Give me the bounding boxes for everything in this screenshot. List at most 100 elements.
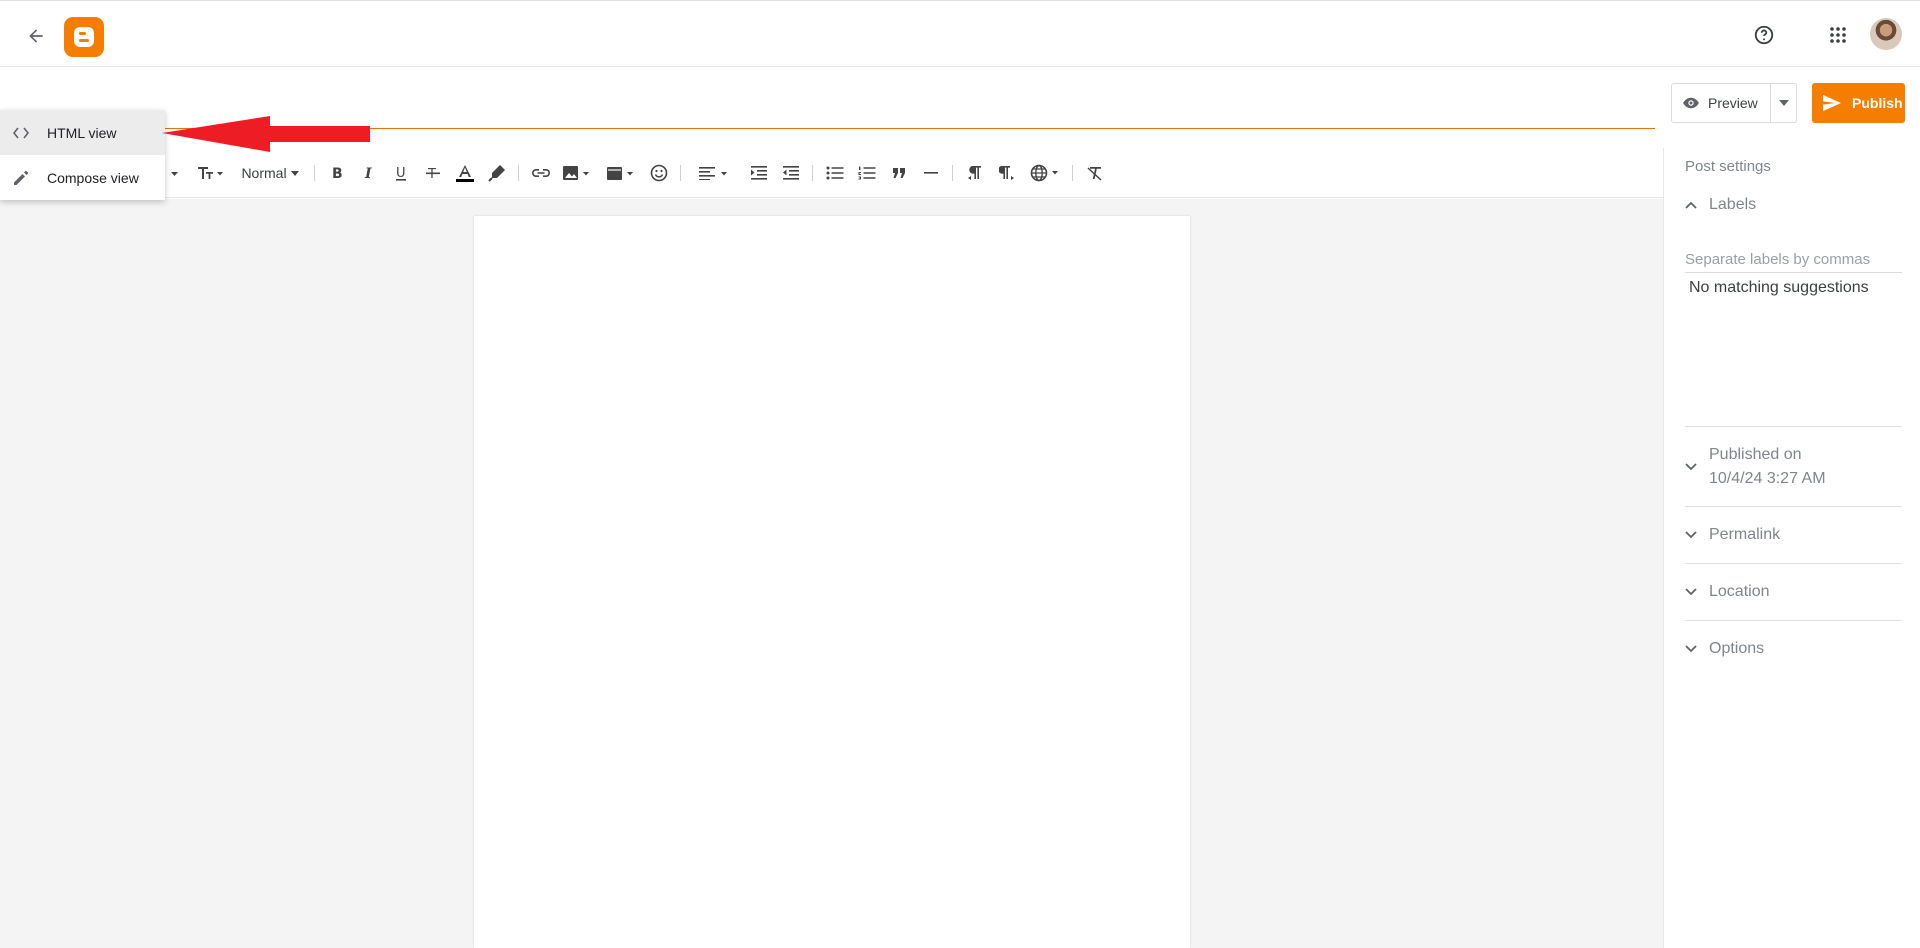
compose-view-menu-item[interactable]: Compose view <box>0 155 165 200</box>
highlighter-icon <box>488 165 505 182</box>
editor-area <box>0 199 1663 948</box>
clear-formatting-button[interactable] <box>1084 148 1106 198</box>
location-label: Location <box>1709 583 1770 600</box>
clear-formatting-icon <box>1087 167 1102 181</box>
align-left-icon <box>699 167 727 180</box>
svg-text:I: I <box>364 166 372 181</box>
options-label: Options <box>1709 640 1765 657</box>
preview-label: Preview <box>1708 95 1758 111</box>
help-button[interactable] <box>1748 19 1780 51</box>
toolbar-divider <box>812 165 813 181</box>
toolbar-divider <box>680 165 681 181</box>
preview-button[interactable]: Preview <box>1672 84 1770 122</box>
published-on-section[interactable]: Published on 10/4/24 3:27 AM <box>1685 426 1902 506</box>
code-icon <box>13 127 29 138</box>
annotation-arrow-icon <box>162 116 370 152</box>
view-mode-menu: HTML view Compose view <box>0 110 165 200</box>
post-body-editor[interactable] <box>474 216 1190 948</box>
horizontal-rule-icon <box>924 172 938 174</box>
ltr-direction-button[interactable] <box>964 148 986 198</box>
published-date: 10/4/24 3:27 AM <box>1709 469 1826 487</box>
indent-icon <box>751 166 767 180</box>
indent-button[interactable] <box>748 148 770 198</box>
chevron-up-icon <box>1685 201 1697 209</box>
bulleted-list-button[interactable] <box>824 148 846 198</box>
chevron-down-icon <box>1685 588 1697 596</box>
preview-dropdown-button[interactable] <box>1770 84 1796 122</box>
chevron-down-icon <box>1685 645 1697 653</box>
labels-input[interactable] <box>1685 247 1902 273</box>
insert-image-button[interactable] <box>562 148 592 198</box>
send-icon <box>1823 94 1841 112</box>
toolbar-divider <box>518 165 519 181</box>
location-section[interactable]: Location <box>1685 563 1902 620</box>
back-button[interactable] <box>20 20 52 52</box>
outdent-button[interactable] <box>780 148 802 198</box>
publish-label: Publish <box>1852 95 1903 111</box>
compose-view-label: Compose view <box>47 169 139 186</box>
quote-icon <box>893 168 905 178</box>
post-settings-panel: Post settings Labels No matching suggest… <box>1663 148 1920 948</box>
numbered-list-icon <box>858 166 876 180</box>
eye-icon <box>1683 97 1699 109</box>
toolbar-divider <box>314 165 315 181</box>
apps-grid-icon <box>1830 27 1846 43</box>
numbered-list-button[interactable] <box>856 148 878 198</box>
labels-section-toggle[interactable]: Labels <box>1685 196 1756 214</box>
text-direction-rtl-icon <box>999 166 1014 180</box>
publish-button[interactable]: Publish <box>1812 83 1905 123</box>
image-icon <box>563 166 589 180</box>
text-direction-ltr-icon <box>968 166 981 180</box>
labels-suggestions: No matching suggestions <box>1689 279 1869 296</box>
html-view-menu-item[interactable]: HTML view <box>0 110 165 155</box>
blogger-logo-icon[interactable] <box>64 17 104 57</box>
caret-down-icon <box>290 170 299 176</box>
underline-button[interactable]: U <box>390 148 412 198</box>
bold-icon: B <box>332 166 343 181</box>
strikethrough-icon: T <box>426 167 440 181</box>
text-color-button[interactable] <box>454 148 476 198</box>
help-circle-icon <box>1754 25 1774 45</box>
toolbar-divider <box>952 165 953 181</box>
outdent-icon <box>783 166 799 180</box>
labels-heading: Labels <box>1709 196 1757 213</box>
insert-emoji-button[interactable] <box>648 148 670 198</box>
text-size-icon <box>198 167 223 179</box>
globe-icon <box>1030 164 1058 182</box>
highlight-color-button[interactable] <box>486 148 508 198</box>
caret-down-icon <box>1778 100 1789 106</box>
options-section[interactable]: Options <box>1685 620 1902 677</box>
emoji-icon <box>650 164 668 182</box>
arrow-back-icon <box>29 29 43 43</box>
pencil-icon <box>14 170 29 185</box>
quote-button[interactable] <box>888 148 910 198</box>
svg-text:B: B <box>332 166 343 181</box>
apps-button[interactable] <box>1822 19 1854 51</box>
paragraph-style-label: Normal <box>241 165 287 181</box>
insert-video-button[interactable] <box>606 148 636 198</box>
link-icon <box>532 169 550 177</box>
toolbar-divider <box>1072 165 1073 181</box>
published-on-label: Published on <box>1709 445 1802 463</box>
underline-icon: U <box>396 166 406 181</box>
post-settings-title: Post settings <box>1685 158 1771 175</box>
top-bar <box>0 0 1920 67</box>
horizontal-rule-button[interactable] <box>920 148 942 198</box>
rtl-direction-button[interactable] <box>996 148 1018 198</box>
account-avatar[interactable] <box>1870 18 1902 50</box>
post-title-underline <box>165 128 1655 129</box>
text-color-icon <box>456 165 474 182</box>
bulleted-list-icon <box>826 166 844 180</box>
italic-icon: I <box>364 166 372 181</box>
html-view-label: HTML view <box>47 124 117 141</box>
language-button[interactable] <box>1030 148 1062 198</box>
align-button[interactable] <box>698 148 730 198</box>
chevron-down-icon <box>1685 462 1697 470</box>
video-icon <box>607 167 633 180</box>
svg-text:U: U <box>396 166 406 181</box>
permalink-label: Permalink <box>1709 526 1781 543</box>
insert-link-button[interactable] <box>530 148 552 198</box>
chevron-down-icon <box>1685 531 1697 539</box>
strikethrough-button[interactable]: T <box>422 148 444 198</box>
permalink-section[interactable]: Permalink <box>1685 506 1902 563</box>
